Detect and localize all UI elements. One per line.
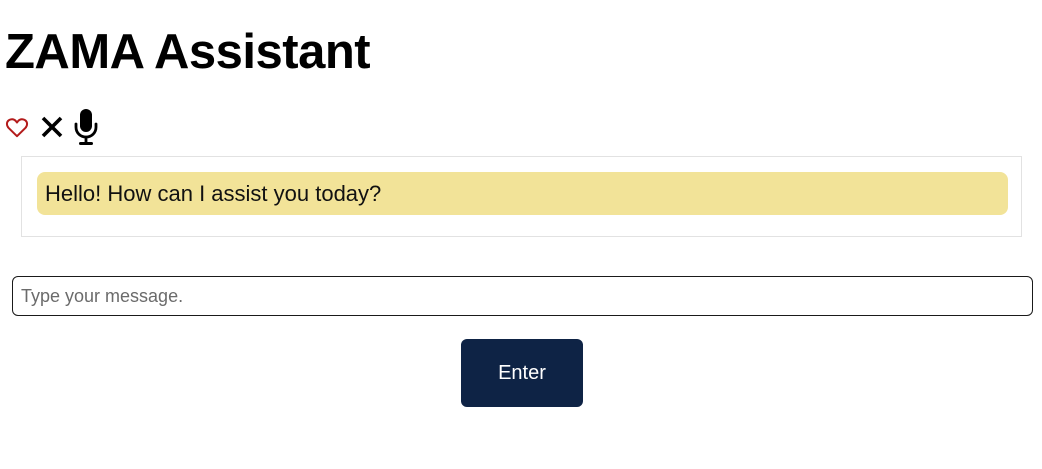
microphone-icon[interactable] xyxy=(71,107,101,147)
enter-button[interactable]: Enter xyxy=(461,339,583,407)
chat-window: Hello! How can I assist you today? xyxy=(21,156,1022,237)
close-icon[interactable] xyxy=(38,107,66,147)
page-title: ZAMA Assistant xyxy=(5,25,371,79)
message-input[interactable] xyxy=(12,276,1033,316)
heart-icon[interactable] xyxy=(4,107,30,147)
assistant-message-bubble: Hello! How can I assist you today? xyxy=(37,172,1008,215)
icon-toolbar xyxy=(4,107,101,147)
